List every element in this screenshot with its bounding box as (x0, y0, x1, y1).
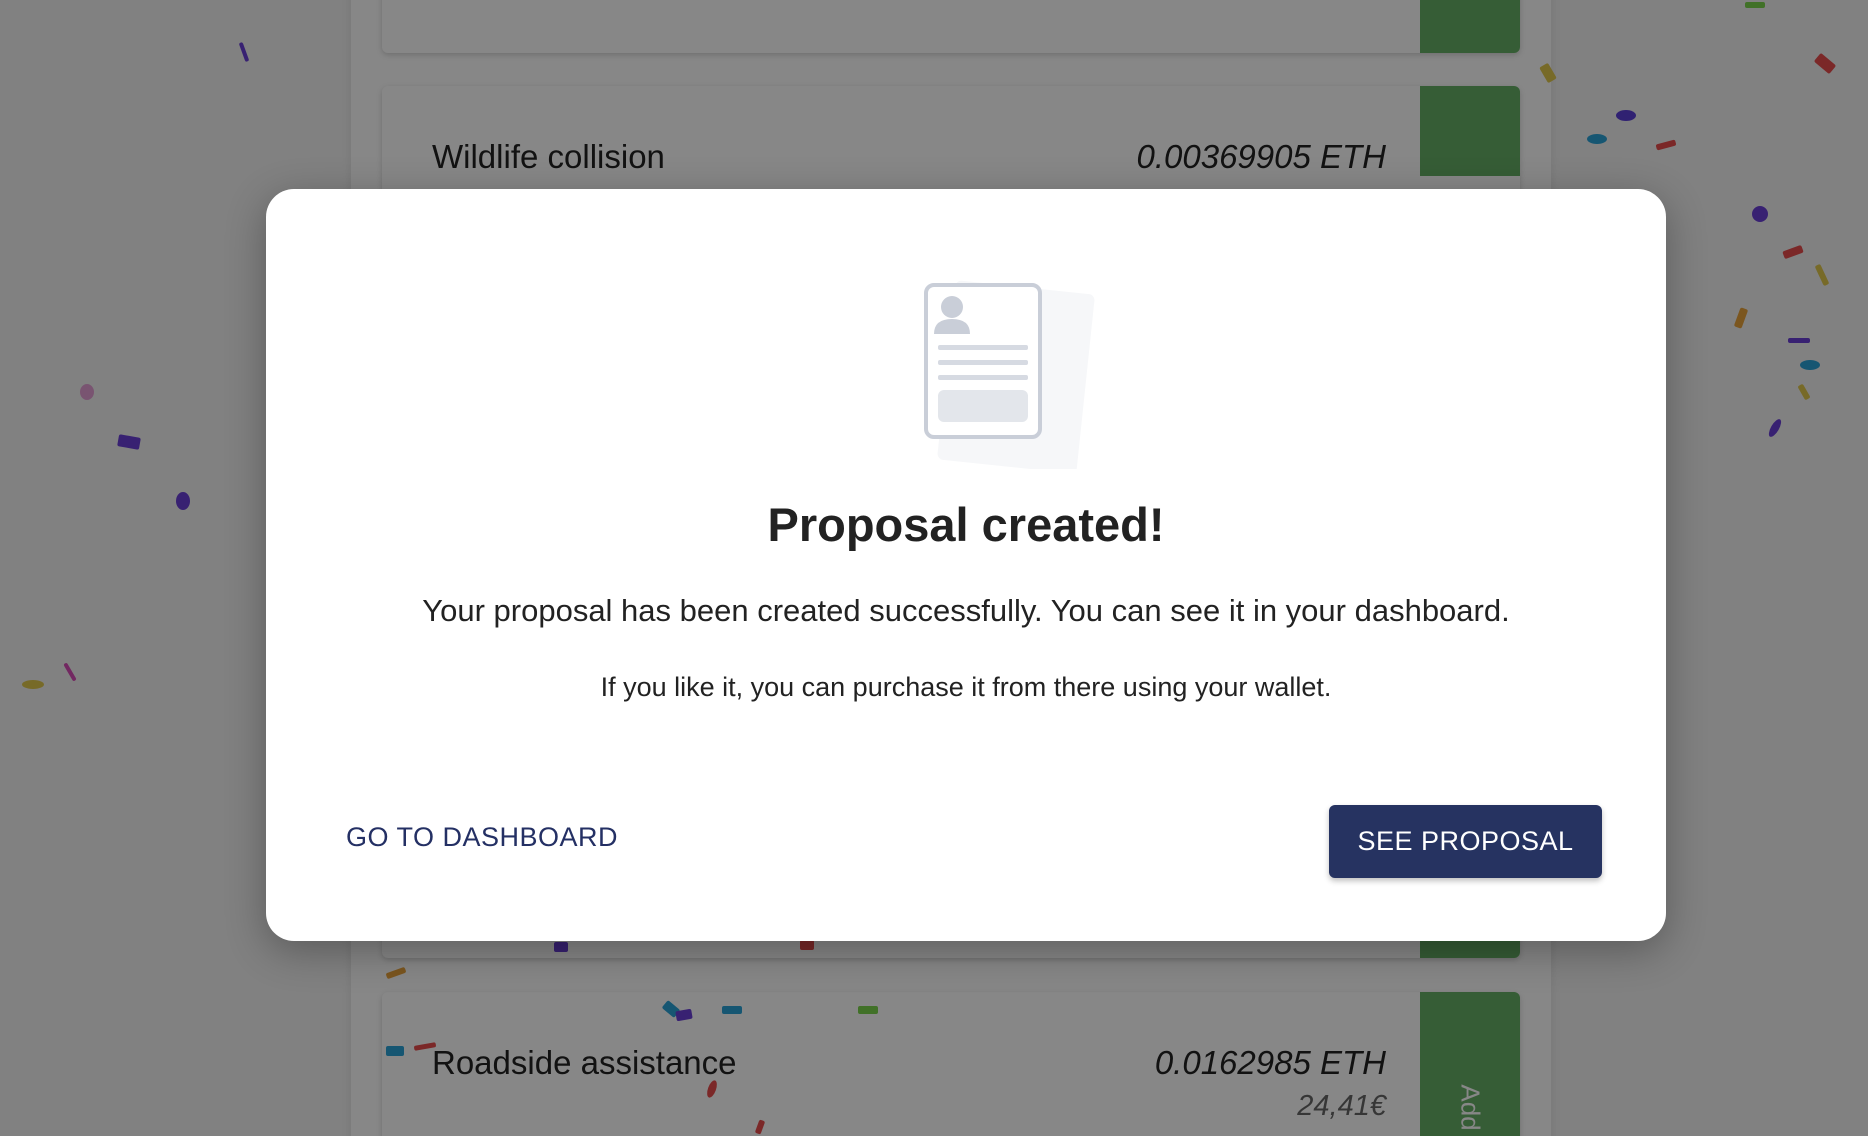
dialog-submessage: If you like it, you can purchase it from… (600, 672, 1332, 702)
proposal-created-dialog: Proposal created! Your proposal has been… (266, 189, 1666, 941)
dialog-title: Proposal created! (767, 498, 1165, 551)
dialog-message: Your proposal has been created successfu… (422, 593, 1510, 628)
profile-document-icon (906, 279, 1096, 474)
go-to-dashboard-button[interactable]: GO TO DASHBOARD (326, 806, 638, 868)
see-proposal-button[interactable]: SEE PROPOSAL (1329, 805, 1602, 878)
